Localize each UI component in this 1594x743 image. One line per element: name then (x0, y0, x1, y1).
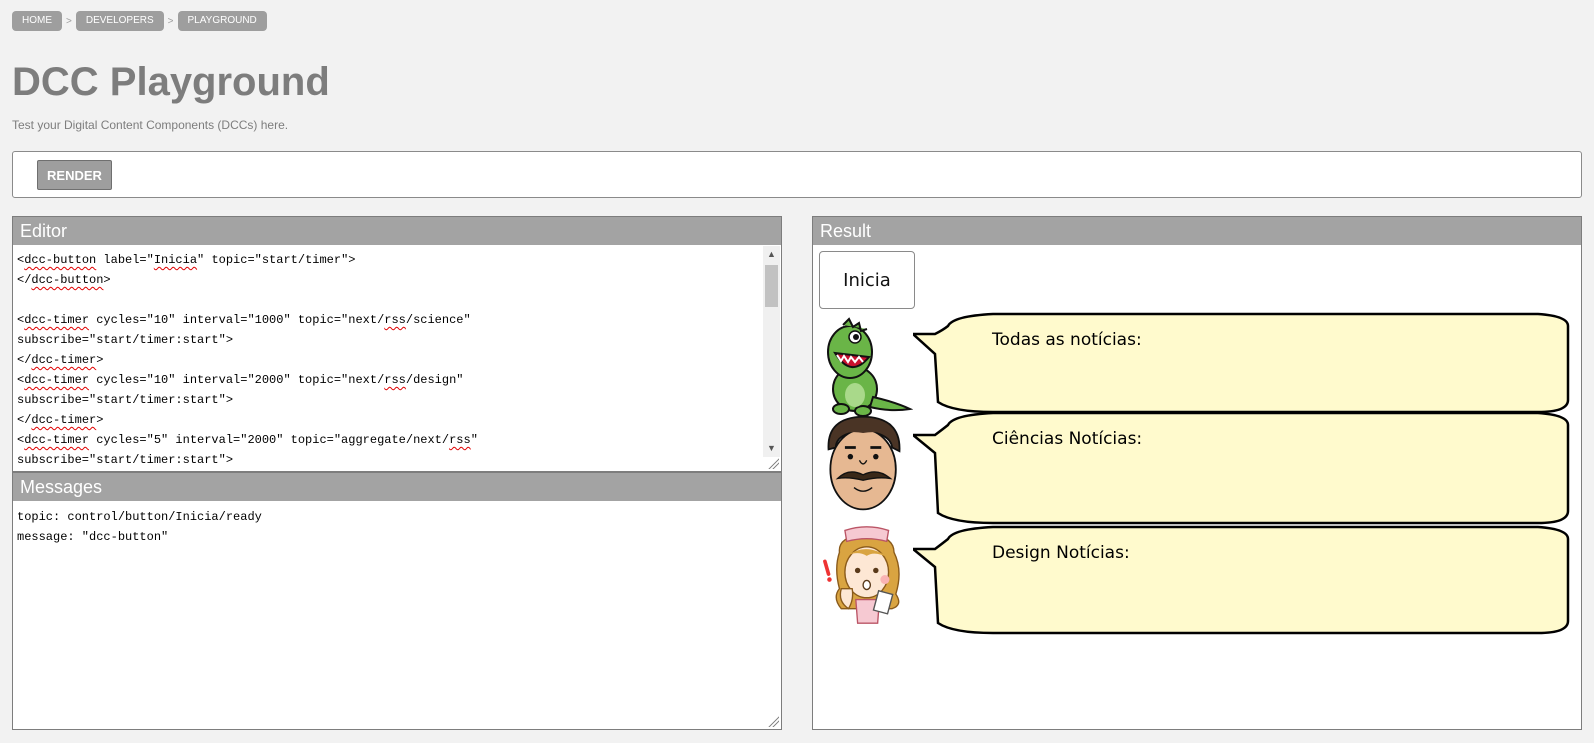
dinosaur-icon (827, 317, 913, 417)
code-line: </dcc-button> (17, 273, 111, 287)
messages-textarea[interactable]: topic: control/button/Inicia/ready messa… (17, 507, 262, 547)
editor-panel: Editor <dcc-button label="Inicia" topic=… (12, 216, 782, 472)
resize-grip-icon[interactable] (767, 457, 779, 469)
code-line: </dcc-timer> (17, 413, 104, 427)
speech-bubble (913, 525, 1570, 635)
code-line: <dcc-timer cycles="10" interval="2000" t… (17, 373, 464, 387)
breadcrumb-playground[interactable]: PLAYGROUND (177, 11, 267, 31)
page-subtitle: Test your Digital Content Components (DC… (12, 118, 289, 132)
breadcrumb-separator: > (66, 15, 72, 27)
messages-panel: Messages topic: control/button/Inicia/re… (12, 472, 782, 730)
code-line: <dcc-button label="Inicia" topic="start/… (17, 253, 356, 267)
breadcrumb-home[interactable]: HOME (12, 11, 62, 31)
editor-textarea[interactable]: <dcc-button label="Inicia" topic="start/… (17, 250, 761, 467)
editor-header: Editor (13, 217, 781, 245)
nurse-icon (823, 526, 900, 624)
code-line: subscribe="start/timer:start"> (17, 333, 234, 347)
bubble-text: Todas as notícias: (992, 330, 1142, 350)
result-panel: Result Inicia Todas as notícias: Ciência… (812, 216, 1582, 730)
render-button[interactable]: RENDER (37, 160, 112, 190)
bubble-text: Ciências Notícias: (992, 429, 1143, 449)
message-body: message: "dcc-button" (17, 530, 169, 544)
code-line: <dcc-timer cycles="10" interval="1000" t… (17, 313, 471, 327)
breadcrumb: HOME > DEVELOPERS > PLAYGROUND (12, 11, 267, 31)
speech-bubble (913, 312, 1570, 414)
inicia-button[interactable]: Inicia (819, 251, 915, 309)
chevron-up-icon[interactable]: ▲ (763, 246, 780, 263)
code-line: subscribe="start/timer:start"> (17, 453, 234, 467)
mustache-man-icon (827, 415, 901, 511)
bubble-text: Design Notícias: (992, 543, 1130, 563)
code-line: subscribe="start/timer:start"> (17, 393, 234, 407)
code-line: <dcc-timer cycles="5" interval="2000" to… (17, 433, 478, 447)
result-header: Result (813, 217, 1581, 245)
message-topic: topic: control/button/Inicia/ready (17, 510, 262, 524)
resize-grip-icon[interactable] (767, 715, 779, 727)
code-line: </dcc-timer> (17, 353, 104, 367)
chevron-down-icon[interactable]: ▼ (763, 440, 780, 457)
editor-scrollbar[interactable]: ▲ ▼ (763, 246, 780, 457)
toolbar: RENDER (12, 151, 1582, 198)
breadcrumb-separator: > (167, 15, 174, 27)
scroll-thumb[interactable] (765, 265, 778, 307)
messages-header: Messages (13, 473, 781, 501)
breadcrumb-developers[interactable]: DEVELOPERS (75, 11, 164, 31)
page-title: DCC Playground (12, 60, 330, 104)
